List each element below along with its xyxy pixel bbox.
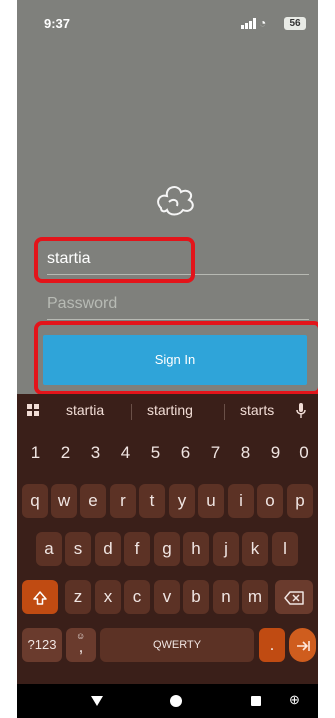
key-f[interactable]: f xyxy=(124,532,150,566)
key-t[interactable]: t xyxy=(139,484,165,518)
key-k[interactable]: k xyxy=(242,532,268,566)
key-d[interactable]: d xyxy=(95,532,121,566)
period-key[interactable]: . xyxy=(259,628,285,662)
key-2[interactable]: 2 xyxy=(52,436,79,470)
shift-icon xyxy=(33,590,47,605)
key-i[interactable]: i xyxy=(228,484,254,518)
key-9[interactable]: 9 xyxy=(262,436,289,470)
key-4[interactable]: 4 xyxy=(112,436,139,470)
sign-in-highlight xyxy=(34,321,318,395)
symbols-key[interactable]: ?123 xyxy=(22,628,62,662)
enter-arrow-icon xyxy=(296,640,310,651)
space-bar[interactable]: QWERTY xyxy=(100,628,254,662)
key-s[interactable]: s xyxy=(65,532,91,566)
back-icon[interactable] xyxy=(91,696,103,706)
comma-label: , xyxy=(78,637,84,656)
key-m[interactable]: m xyxy=(242,580,268,614)
key-o[interactable]: o xyxy=(257,484,283,518)
suggestion-item[interactable]: startia xyxy=(66,402,104,418)
apps-grid-icon[interactable] xyxy=(27,404,39,416)
key-y[interactable]: y xyxy=(169,484,195,518)
key-x[interactable]: x xyxy=(95,580,121,614)
suggestion-divider xyxy=(131,404,132,420)
key-0[interactable]: 0 xyxy=(292,436,316,470)
key-u[interactable]: u xyxy=(198,484,224,518)
key-q[interactable]: q xyxy=(22,484,48,518)
key-w[interactable]: w xyxy=(51,484,77,518)
key-l[interactable]: l xyxy=(272,532,298,566)
language-globe-icon[interactable]: ⊕ xyxy=(289,692,300,708)
key-5[interactable]: 5 xyxy=(142,436,169,470)
app-logo-icon xyxy=(157,186,194,216)
battery-icon: 56 xyxy=(284,17,306,30)
key-1[interactable]: 1 xyxy=(22,436,49,470)
suggestion-divider xyxy=(224,404,225,420)
key-8[interactable]: 8 xyxy=(232,436,259,470)
key-v[interactable]: v xyxy=(154,580,180,614)
backspace-icon xyxy=(284,590,304,605)
home-icon[interactable] xyxy=(170,695,182,707)
username-highlight xyxy=(34,237,195,283)
signal-icon xyxy=(241,18,256,29)
recents-icon[interactable] xyxy=(251,696,261,706)
key-b[interactable]: b xyxy=(183,580,209,614)
suggestion-item[interactable]: starting xyxy=(147,402,193,418)
key-g[interactable]: g xyxy=(154,532,180,566)
backspace-key[interactable] xyxy=(275,580,313,614)
key-a[interactable]: a xyxy=(36,532,62,566)
key-z[interactable]: z xyxy=(65,580,91,614)
microphone-icon[interactable] xyxy=(296,403,306,419)
suggestion-item[interactable]: starts xyxy=(240,402,274,418)
shift-key[interactable] xyxy=(22,580,58,614)
key-n[interactable]: n xyxy=(213,580,239,614)
emoji-comma-key[interactable]: ☺ , xyxy=(66,628,96,662)
key-7[interactable]: 7 xyxy=(202,436,229,470)
phone-screen: 9:37 ◔ 56 startia Password Sign In start… xyxy=(17,0,318,718)
wifi-icon: ◔ xyxy=(259,16,267,30)
suggestion-bar: startia starting starts xyxy=(17,394,318,428)
enter-key[interactable] xyxy=(289,628,316,662)
key-p[interactable]: p xyxy=(287,484,313,518)
key-c[interactable]: c xyxy=(124,580,150,614)
keyboard: startia starting starts 1 2 3 4 5 6 7 8 … xyxy=(17,394,318,718)
key-e[interactable]: e xyxy=(80,484,106,518)
status-time: 9:37 xyxy=(44,16,71,31)
password-field[interactable]: Password xyxy=(47,289,309,320)
status-bar: 9:37 ◔ 56 xyxy=(17,0,318,40)
key-r[interactable]: r xyxy=(110,484,136,518)
key-j[interactable]: j xyxy=(213,532,239,566)
key-h[interactable]: h xyxy=(183,532,209,566)
key-3[interactable]: 3 xyxy=(82,436,109,470)
key-6[interactable]: 6 xyxy=(172,436,199,470)
navigation-bar: ⊕ xyxy=(17,684,318,718)
